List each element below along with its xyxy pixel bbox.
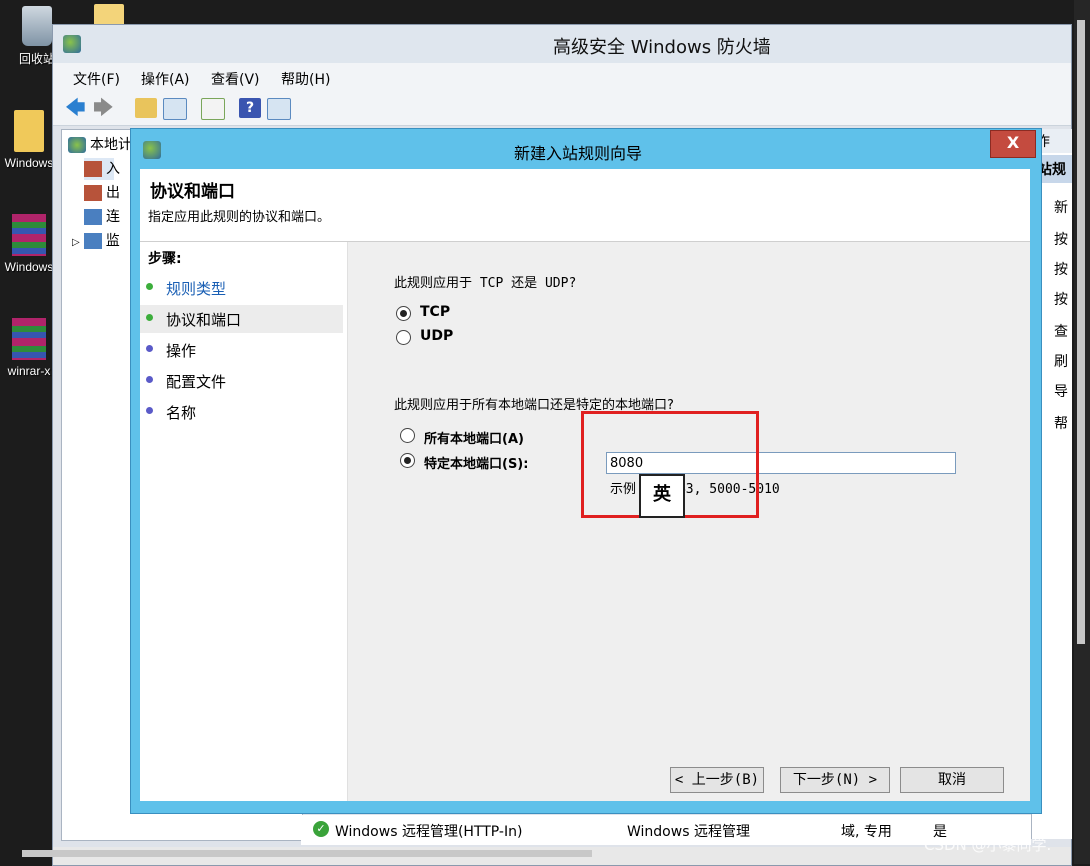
show-action-pane-icon[interactable] <box>267 98 291 120</box>
up-folder-icon[interactable] <box>135 98 157 118</box>
winrar-archive-icon <box>12 214 46 256</box>
next-button[interactable]: 下一步(N) > <box>780 767 890 793</box>
menu-help[interactable]: 帮助(H) <box>281 69 330 89</box>
wizard-firewall-icon <box>143 141 161 159</box>
vertical-scrollbar[interactable] <box>1074 0 1090 864</box>
back-button[interactable]: < 上一步(B) <box>670 767 764 793</box>
step-name: 名称 <box>140 398 343 426</box>
wizard-content: 此规则应用于 TCP 还是 UDP? TCP UDP 此规则应用于所有本地端口还… <box>348 242 1030 801</box>
show-hide-tree-icon[interactable] <box>163 98 187 120</box>
step-profile: 配置文件 <box>140 367 343 395</box>
step-pending-dot-icon <box>146 376 153 383</box>
step-pending-dot-icon <box>146 407 153 414</box>
wizard-subheading: 指定应用此规则的协议和端口。 <box>148 210 331 225</box>
windows-folder-icon[interactable]: Windows <box>4 110 54 170</box>
steps-title: 步骤: <box>148 251 182 267</box>
firewall-icon <box>68 137 86 153</box>
step-action-label: 操作 <box>166 342 197 360</box>
tree-inbound-label: 入 <box>106 161 120 177</box>
winrar-archive-icon <box>12 318 46 360</box>
tree-inbound-rules[interactable]: 入 <box>84 158 120 180</box>
step-action: 操作 <box>140 336 343 364</box>
udp-radio[interactable] <box>396 330 411 345</box>
forward-arrow-icon[interactable]: 🡆 <box>93 97 115 118</box>
mmc-title: 高级安全 Windows 防火墙 <box>553 37 771 58</box>
tcp-radio[interactable] <box>396 306 411 321</box>
back-arrow-icon[interactable]: 🡄 <box>65 97 87 118</box>
action-item-refresh[interactable]: 刷 <box>1054 351 1068 371</box>
action-item-filter-group[interactable]: 按 <box>1054 289 1068 309</box>
step-name-label: 名称 <box>166 404 197 422</box>
action-item-help[interactable]: 帮 <box>1054 413 1068 433</box>
connection-security-icon <box>84 209 102 225</box>
monitoring-icon <box>83 233 102 249</box>
mmc-titlebar: 高级安全 Windows 防火墙 <box>53 25 1071 63</box>
all-ports-radio[interactable] <box>400 428 415 443</box>
close-button[interactable]: X <box>990 130 1036 158</box>
action-item-view[interactable]: 查 <box>1054 321 1068 341</box>
udp-label: UDP <box>420 328 454 344</box>
step-done-dot-icon <box>146 283 153 290</box>
folder-icon <box>14 110 44 152</box>
winrar-icon-1[interactable]: Windows <box>4 214 54 274</box>
step-rule-type-label: 规则类型 <box>166 280 227 298</box>
rule-list-row[interactable]: ✓ Windows 远程管理(HTTP-In) Windows 远程管理 域, … <box>301 815 1031 845</box>
action-item-export[interactable]: 导 <box>1054 381 1068 401</box>
step-rule-type[interactable]: 规则类型 <box>140 274 343 302</box>
help-icon[interactable]: ? <box>239 98 261 118</box>
tree-monitoring[interactable]: ▷ 监 <box>72 230 120 252</box>
scroll-thumb[interactable] <box>1077 20 1085 644</box>
enabled-check-icon: ✓ <box>313 821 329 837</box>
specific-ports-radio[interactable] <box>400 453 415 468</box>
tree-connection-security[interactable]: 连 <box>84 206 120 228</box>
outbound-rule-icon <box>84 185 102 201</box>
wizard-titlebar: 新建入站规则向导 X <box>131 129 1041 169</box>
action-item-filter-profile[interactable]: 按 <box>1054 229 1068 249</box>
page-horizontal-scrollbar[interactable] <box>22 850 592 857</box>
protocol-question: 此规则应用于 TCP 还是 UDP? <box>394 276 577 291</box>
wizard-header: 协议和端口 指定应用此规则的协议和端口。 <box>140 169 1030 242</box>
step-protocol-ports: 协议和端口 <box>140 305 343 333</box>
step-profile-label: 配置文件 <box>166 373 227 391</box>
export-list-icon[interactable] <box>201 98 225 120</box>
inbound-rule-icon <box>84 161 102 177</box>
wizard-heading: 协议和端口 <box>150 182 235 202</box>
tree-root-label: 本地计 <box>90 137 132 153</box>
step-pending-dot-icon <box>146 345 153 352</box>
trash-icon <box>22 6 52 46</box>
rule-profile-cell: 域, 专用 <box>841 824 892 840</box>
tree-monitoring-label: 监 <box>105 233 120 249</box>
menu-view[interactable]: 查看(V) <box>211 69 260 89</box>
expand-arrow-icon[interactable]: ▷ <box>72 237 80 248</box>
wizard-title: 新建入站规则向导 <box>514 144 643 163</box>
winrar-label-2: winrar-x <box>7 364 51 378</box>
specific-ports-label: 特定本地端口(S): <box>424 457 529 472</box>
ime-language-indicator[interactable]: 英 <box>639 474 685 518</box>
menu-action[interactable]: 操作(A) <box>141 69 190 89</box>
action-item-new[interactable]: 新 <box>1054 197 1068 217</box>
menu-file[interactable]: 文件(F) <box>73 69 120 89</box>
cancel-button[interactable]: 取消 <box>900 767 1004 793</box>
tree-root[interactable]: 本地计 <box>68 134 132 156</box>
winrar-icon-2[interactable]: winrar-x <box>4 318 54 378</box>
toolbar: 🡄 🡆 ? <box>53 91 1071 126</box>
tcp-label: TCP <box>420 304 451 320</box>
rule-group-cell: Windows 远程管理 <box>627 824 750 840</box>
wizard-steps-panel: 步骤: 规则类型 协议和端口 操作 配置文件 名称 <box>140 242 348 801</box>
tree-outbound-rules[interactable]: 出 <box>84 182 120 204</box>
step-protocol-ports-label: 协议和端口 <box>166 311 242 329</box>
menu-bar: 文件(F) 操作(A) 查看(V) 帮助(H) <box>53 63 1071 91</box>
all-ports-label: 所有本地端口(A) <box>424 432 524 447</box>
step-current-dot-icon <box>146 314 153 321</box>
windows-folder-label: Windows <box>4 156 54 170</box>
watermark: CSDN @小黎同学. <box>924 836 1052 854</box>
winrar-label-1: Windows <box>4 260 54 274</box>
tree-outbound-label: 出 <box>106 185 120 201</box>
action-item-filter-state[interactable]: 按 <box>1054 259 1068 279</box>
tree-connection-label: 连 <box>106 209 120 225</box>
rule-name-cell: Windows 远程管理(HTTP-In) <box>335 824 523 840</box>
